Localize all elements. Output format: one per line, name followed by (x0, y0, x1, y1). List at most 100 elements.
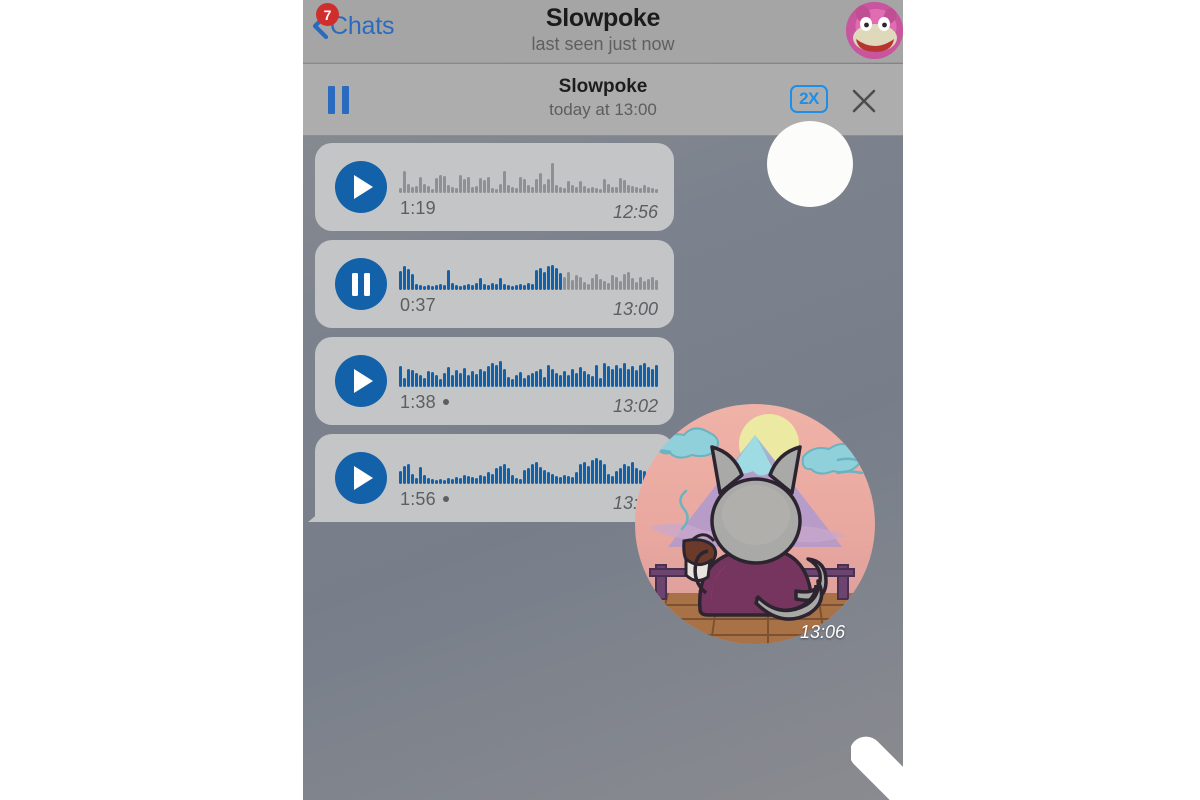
unread-dot (442, 496, 449, 503)
waveform-bar (571, 369, 574, 387)
waveform-bar (603, 464, 606, 484)
waveform-bar (399, 271, 402, 290)
waveform-bar (507, 185, 510, 193)
waveform-bar (515, 478, 518, 484)
waveform-bar (411, 370, 414, 387)
waveform-bar (583, 282, 586, 290)
waveform-bar (627, 369, 630, 387)
waveform-bar (547, 179, 550, 193)
waveform-bar (415, 373, 418, 387)
waveform-bar (603, 363, 606, 387)
voice-message-bubble[interactable]: 1:19 12:56 (315, 143, 674, 231)
waveform-bar (491, 283, 494, 290)
waveform-bar (515, 188, 518, 193)
waveform-bar (619, 281, 622, 290)
waveform-bar (563, 371, 566, 387)
waveform-bar (615, 187, 618, 193)
waveform-bar (579, 181, 582, 193)
voice-message-bubble[interactable]: 0:37 13:00 (315, 240, 674, 328)
message-timestamp: 12:56 (612, 202, 658, 222)
waveform-bar (495, 365, 498, 387)
play-button[interactable] (335, 452, 387, 504)
waveform[interactable] (399, 355, 659, 387)
tutorial-spotlight (767, 121, 853, 207)
waveform-bar (431, 479, 434, 484)
waveform-bar (499, 466, 502, 484)
waveform-bar (575, 187, 578, 193)
waveform-bar (615, 365, 618, 387)
waveform-bar (655, 280, 658, 290)
waveform-bar (459, 478, 462, 484)
message-timestamp: 13:00 (612, 299, 658, 319)
waveform-bar (499, 278, 502, 290)
waveform-bar (443, 285, 446, 290)
chat-nav-header: Chats 7 Slowpoke last seen just now (303, 0, 903, 63)
waveform-bar (551, 163, 554, 193)
playback-speed-button[interactable]: 2X (790, 85, 828, 113)
sticker-message[interactable]: 13:06 (628, 397, 903, 800)
waveform-bar (455, 285, 458, 290)
play-button[interactable] (335, 355, 387, 407)
waveform-bar (627, 272, 630, 290)
waveform-bar (427, 478, 430, 484)
waveform-bar (635, 370, 638, 387)
waveform-bar (471, 371, 474, 387)
waveform-bar (555, 373, 558, 387)
pause-button[interactable] (335, 258, 387, 310)
play-button[interactable] (335, 161, 387, 213)
voice-player-bar: Slowpoke today at 13:00 2X (303, 64, 903, 207)
waveform-bar (611, 275, 614, 290)
waveform-bar (495, 468, 498, 484)
waveform-bar (635, 187, 638, 193)
waveform-bar (467, 375, 470, 387)
waveform-bar (451, 187, 454, 193)
voice-message-bubble[interactable]: 1:38 13:02 (315, 337, 674, 425)
voice-message-bubble[interactable]: 1:56 13:04 (308, 434, 674, 522)
waveform-bar (479, 178, 482, 193)
waveform-bar (531, 464, 534, 484)
waveform-bar (591, 460, 594, 484)
avatar[interactable] (846, 2, 903, 59)
waveform-bar (623, 274, 626, 290)
waveform-bar (495, 284, 498, 290)
waveform-bar (587, 188, 590, 193)
waveform-bar (399, 471, 402, 484)
waveform-bar (527, 468, 530, 484)
waveform-bar (639, 365, 642, 387)
waveform-bar (439, 175, 442, 193)
waveform-bar (595, 458, 598, 484)
waveform-bar (511, 187, 514, 193)
waveform[interactable] (399, 258, 659, 290)
waveform-bar (503, 284, 506, 290)
waveform-bar (415, 284, 418, 290)
voice-duration: 1:19 (400, 198, 436, 218)
waveform-bar (531, 187, 534, 193)
waveform-bar (567, 272, 570, 290)
play-icon (354, 175, 373, 199)
waveform[interactable] (399, 161, 659, 193)
waveform-bar (527, 185, 530, 193)
waveform-bar (551, 265, 554, 290)
waveform-bar (539, 467, 542, 484)
waveform-bar (591, 187, 594, 193)
waveform-bar (571, 185, 574, 193)
waveform-bar (623, 464, 626, 484)
waveform-bar (603, 179, 606, 193)
play-icon (354, 466, 373, 490)
waveform-bar (491, 474, 494, 484)
waveform-bar (619, 368, 622, 387)
waveform-bar (459, 175, 462, 193)
waveform-bar (435, 285, 438, 290)
waveform-bar (647, 367, 650, 387)
waveform-bar (483, 371, 486, 387)
waveform-bar (531, 373, 534, 387)
sticker-timestamp: 13:06 (799, 622, 845, 642)
waveform-bar (559, 375, 562, 387)
waveform[interactable] (399, 452, 659, 484)
waveform-bar (543, 184, 546, 193)
close-player-button[interactable] (851, 88, 877, 114)
waveform-bar (543, 470, 546, 484)
waveform-bar (551, 369, 554, 387)
waveform-bar (411, 187, 414, 193)
waveform-bar (403, 171, 406, 193)
